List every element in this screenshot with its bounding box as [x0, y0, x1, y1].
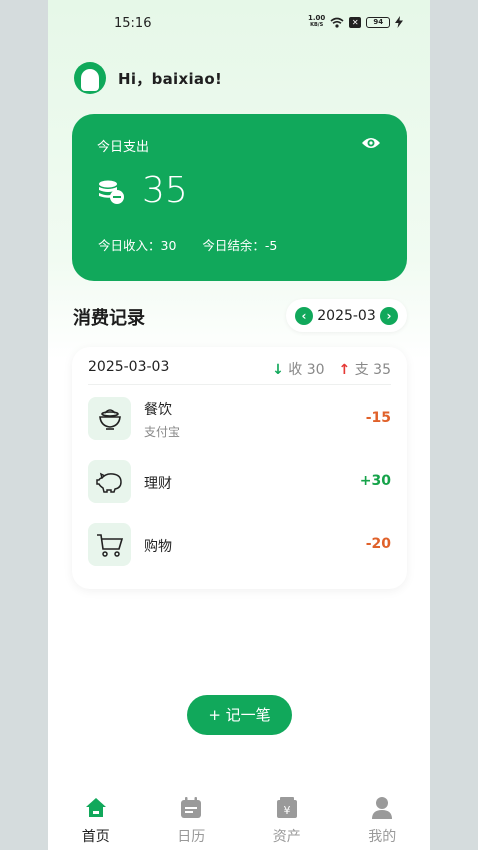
list-item[interactable]: 餐饮 支付宝 -15 — [88, 397, 391, 441]
next-month-button[interactable]: › — [380, 306, 398, 325]
svg-text:¥: ¥ — [283, 804, 290, 817]
income-summary: ↓ 收 30 — [272, 362, 325, 378]
wallet-icon: ¥ — [276, 797, 297, 818]
record-payment-method: 支付宝 — [144, 425, 181, 439]
record-name: 餐饮 — [144, 402, 172, 418]
status-bar: 15:16 1.00 KB/S ✕ 94 — [48, 0, 430, 50]
status-time: 15:16 — [114, 16, 152, 31]
prev-month-button[interactable]: ‹ — [295, 306, 313, 325]
month-picker: ‹ 2025-03 › — [286, 299, 407, 332]
record-name: 购物 — [144, 539, 172, 555]
status-icons: 1.00 KB/S ✕ 94 — [308, 14, 404, 29]
calendar-icon — [181, 797, 202, 818]
shopping-cart-icon — [88, 523, 131, 566]
tab-home[interactable]: 首页 — [48, 796, 144, 850]
record-amount: +30 — [359, 473, 391, 489]
x-icon: ✕ — [349, 16, 362, 28]
greeting-row: Hi，baixiao! — [74, 62, 222, 94]
app-screen: 15:16 1.00 KB/S ✕ 94 Hi，baixiao! 今日支出 35… — [48, 0, 430, 850]
avatar[interactable] — [74, 62, 106, 94]
piggy-bank-icon — [88, 460, 131, 503]
arrow-up-icon: ↑ — [338, 362, 351, 378]
record-amount: -15 — [365, 410, 391, 426]
tab-assets[interactable]: ¥ 资产 — [239, 796, 335, 850]
expense-summary: ↑ 支 35 — [338, 362, 391, 378]
tab-profile[interactable]: 我的 — [335, 796, 431, 850]
tab-label: 资产 — [272, 829, 301, 845]
tab-label: 我的 — [368, 829, 397, 845]
today-expense-card: 今日支出 35 今日收入：30 今日结余：-5 — [72, 114, 407, 281]
tab-label: 日历 — [177, 829, 206, 845]
record-date: 2025-03-03 — [88, 359, 170, 375]
arrow-down-icon: ↓ — [272, 362, 284, 378]
home-icon — [85, 798, 106, 817]
today-expense-amount: 35 — [142, 170, 188, 211]
list-item[interactable]: 购物 -20 — [88, 523, 391, 567]
record-amount: -20 — [365, 536, 391, 552]
user-icon — [372, 797, 393, 819]
list-item[interactable]: 理财 +30 — [88, 460, 391, 504]
tab-label: 首页 — [81, 829, 110, 845]
records-card: 2025-03-03 ↓ 收 30 ↑ 支 35 餐饮 支付宝 -15 理财 +… — [72, 347, 407, 589]
tab-calendar[interactable]: 日历 — [144, 796, 240, 850]
records-section-title: 消费记录 — [73, 308, 145, 329]
records-day-header: 2025-03-03 ↓ 收 30 ↑ 支 35 — [88, 357, 391, 385]
network-speed: 1.00 KB/S — [308, 14, 326, 29]
month-text[interactable]: 2025-03 — [317, 308, 376, 324]
charging-icon — [395, 16, 404, 28]
add-record-button[interactable]: + 记一笔 — [187, 695, 292, 735]
battery-icon: 94 — [366, 16, 391, 28]
wifi-icon — [330, 17, 344, 28]
eye-icon[interactable] — [361, 135, 381, 151]
bottom-tab-bar: 首页 日历 ¥ 资产 我的 — [48, 796, 430, 850]
card-title: 今日支出 — [97, 140, 150, 155]
day-summary: ↓ 收 30 ↑ 支 35 — [272, 359, 391, 379]
greeting-text: Hi，baixiao! — [118, 69, 223, 88]
today-income: 今日收入：30 — [98, 238, 177, 253]
record-name: 理财 — [144, 476, 172, 492]
rice-bowl-icon — [88, 397, 131, 440]
income-balance-row: 今日收入：30 今日结余：-5 — [98, 235, 277, 254]
today-balance: 今日结余：-5 — [202, 238, 278, 253]
coins-icon — [99, 180, 124, 204]
